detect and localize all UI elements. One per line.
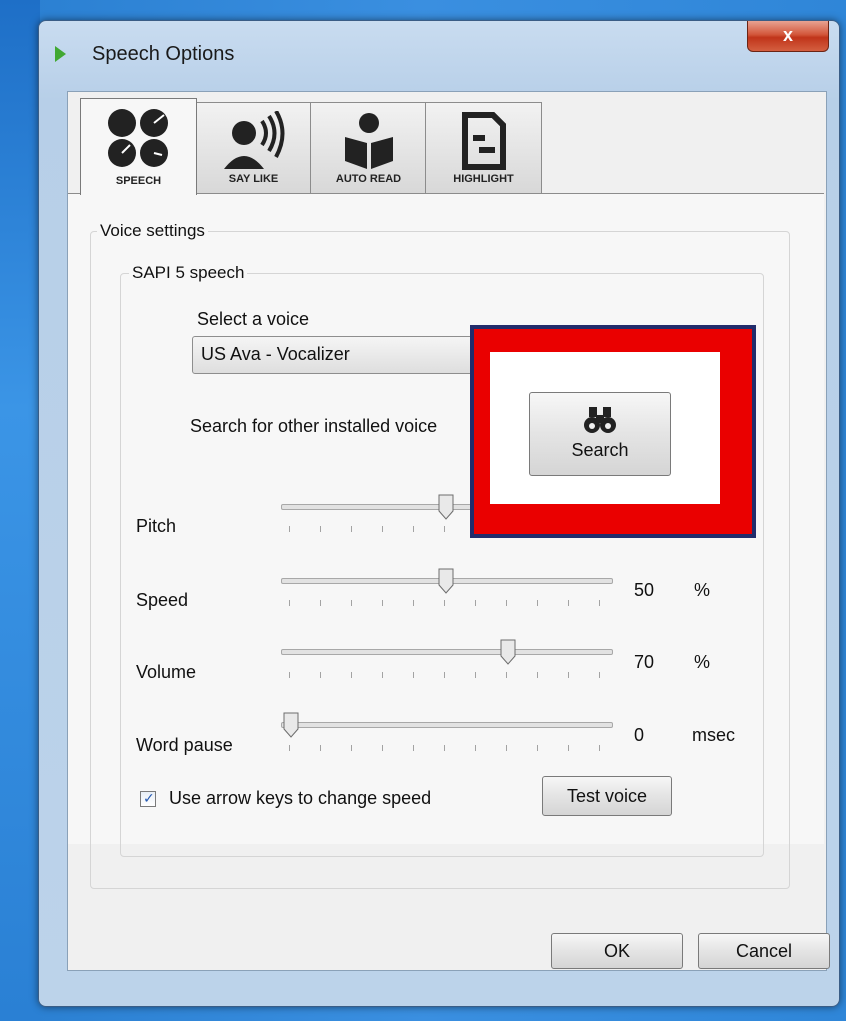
checkmark-icon: ✓ bbox=[143, 790, 155, 806]
word-pause-label: Word pause bbox=[136, 735, 233, 755]
tick-mark bbox=[475, 745, 476, 751]
tick-mark bbox=[351, 745, 352, 751]
tick-mark bbox=[444, 672, 445, 678]
desktop-background bbox=[0, 0, 40, 1021]
tick-mark bbox=[568, 600, 569, 606]
volume-value: 70 bbox=[634, 652, 655, 672]
tick-mark bbox=[444, 745, 445, 751]
pitch-slider-thumb[interactable] bbox=[438, 494, 454, 520]
word-pause-slider[interactable] bbox=[281, 722, 613, 728]
tick-mark bbox=[289, 745, 290, 751]
tab-auto-read-label: AUTO READ bbox=[335, 173, 402, 185]
test-voice-button[interactable]: Test voice bbox=[542, 776, 672, 816]
tab-auto-read[interactable]: AUTO READ bbox=[310, 102, 427, 193]
word-pause-unit: msec bbox=[692, 725, 736, 745]
tick-mark bbox=[413, 600, 414, 606]
tab-say-like[interactable]: SAY LIKE bbox=[195, 102, 312, 193]
tick-mark bbox=[537, 745, 538, 751]
tick-mark bbox=[537, 600, 538, 606]
tick-mark bbox=[506, 600, 507, 606]
word-pause-value: 0 bbox=[634, 725, 645, 745]
select-voice-label: Select a voice bbox=[197, 309, 310, 329]
sapi5-title: SAPI 5 speech bbox=[129, 263, 248, 283]
search-button-label: Search bbox=[571, 440, 629, 460]
arrow-keys-label: Use arrow keys to change speed bbox=[169, 788, 432, 808]
voice-select-value: US Ava - Vocalizer bbox=[201, 344, 350, 364]
window-title: Speech Options bbox=[92, 43, 235, 65]
tick-mark bbox=[320, 526, 321, 532]
pitch-label: Pitch bbox=[136, 516, 177, 536]
arrow-keys-checkbox[interactable]: ✓ bbox=[140, 790, 156, 807]
tick-mark bbox=[568, 745, 569, 751]
tick-mark bbox=[382, 745, 383, 751]
tick-mark bbox=[320, 672, 321, 678]
ok-button[interactable]: OK bbox=[551, 933, 683, 969]
voice-settings-title: Voice settings bbox=[97, 221, 208, 241]
tick-mark bbox=[475, 600, 476, 606]
tick-mark bbox=[382, 600, 383, 606]
tab-speech-label: SPEECH bbox=[115, 175, 162, 187]
tick-mark bbox=[289, 526, 290, 532]
speed-label: Speed bbox=[136, 590, 189, 610]
document-highlight-icon bbox=[461, 112, 506, 170]
tick-mark bbox=[599, 672, 600, 678]
tick-mark bbox=[351, 600, 352, 606]
tick-mark bbox=[506, 745, 507, 751]
search-button[interactable]: Search bbox=[529, 392, 671, 476]
tick-mark bbox=[351, 526, 352, 532]
tick-mark bbox=[444, 600, 445, 606]
tab-speech[interactable]: SPEECH bbox=[80, 98, 197, 195]
volume-unit: % bbox=[694, 652, 711, 672]
tick-mark bbox=[413, 672, 414, 678]
binoculars-icon bbox=[584, 407, 616, 433]
speed-ticks bbox=[289, 600, 609, 608]
search-voices-text: Search for other installed voice bbox=[190, 416, 438, 436]
speech-dials-icon bbox=[107, 109, 168, 167]
tick-mark bbox=[320, 745, 321, 751]
person-speaking-icon bbox=[223, 111, 284, 169]
word-pause-ticks bbox=[289, 745, 609, 753]
tick-mark bbox=[289, 600, 290, 606]
app-arrow-icon bbox=[55, 46, 66, 62]
tick-mark bbox=[568, 672, 569, 678]
tick-mark bbox=[382, 672, 383, 678]
tick-mark bbox=[413, 526, 414, 532]
volume-slider[interactable] bbox=[281, 649, 613, 655]
tab-highlight-label: HIGHLIGHT bbox=[453, 173, 514, 185]
volume-slider-thumb[interactable] bbox=[500, 639, 516, 665]
tick-mark bbox=[289, 672, 290, 678]
tick-mark bbox=[599, 745, 600, 751]
person-reading-icon bbox=[344, 113, 393, 169]
tick-mark bbox=[351, 672, 352, 678]
tick-mark bbox=[320, 600, 321, 606]
tick-mark bbox=[475, 672, 476, 678]
tick-mark bbox=[537, 672, 538, 678]
speed-value: 50 bbox=[634, 580, 655, 600]
tick-mark bbox=[444, 526, 445, 532]
speed-slider-thumb[interactable] bbox=[438, 568, 454, 594]
tab-say-like-label: SAY LIKE bbox=[228, 173, 279, 185]
tick-mark bbox=[506, 672, 507, 678]
cancel-button[interactable]: Cancel bbox=[698, 933, 830, 969]
close-button[interactable]: x bbox=[747, 21, 829, 52]
tab-highlight[interactable]: HIGHLIGHT bbox=[425, 102, 542, 193]
speed-unit: % bbox=[694, 580, 711, 600]
tick-mark bbox=[382, 526, 383, 532]
tick-mark bbox=[413, 745, 414, 751]
tick-mark bbox=[599, 600, 600, 606]
volume-label: Volume bbox=[136, 662, 197, 682]
word-pause-slider-thumb[interactable] bbox=[283, 712, 299, 738]
volume-ticks bbox=[289, 672, 609, 680]
